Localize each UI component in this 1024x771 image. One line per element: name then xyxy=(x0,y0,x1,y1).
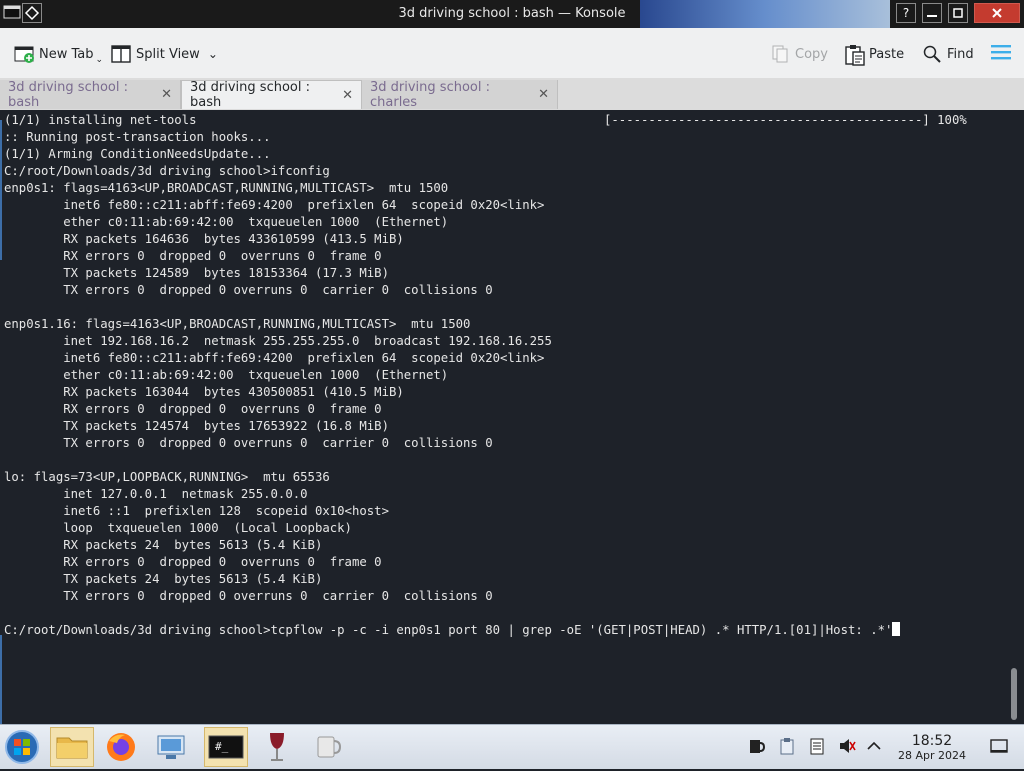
copy-button[interactable]: Copy xyxy=(770,42,828,66)
paste-icon xyxy=(844,44,865,66)
tab-label: 3d driving school : bash xyxy=(190,80,310,110)
main-toolbar: New Tab ⌄ Split View ⌄ Copy Paste Find xyxy=(0,28,1024,79)
file-manager-icon[interactable] xyxy=(50,727,94,767)
text-cursor xyxy=(892,622,901,636)
terminal-line: inet 127.0.0.1 netmask 255.0.0.0 xyxy=(4,487,308,501)
wine-icon[interactable] xyxy=(256,727,300,767)
split-view-button[interactable]: Split View ⌄ xyxy=(111,42,218,66)
tab-bash-2[interactable]: 3d driving school : bash ✕ xyxy=(181,80,362,110)
volume-muted-icon[interactable] xyxy=(838,737,856,759)
paste-label: Paste xyxy=(869,46,905,62)
terminal-lines: (1/1) installing net-tools :: Running po… xyxy=(0,110,1008,622)
terminal-prompt: C:/root/Downloads/3d driving school> xyxy=(4,623,271,637)
chevron-down-icon: ⌄ xyxy=(95,55,104,65)
terminal-line: inet6 ::1 prefixlen 128 scopeid 0x10<hos… xyxy=(4,504,389,518)
terminal-line: inet6 fe80::c211:abff:fe69:4200 prefixle… xyxy=(4,198,545,212)
terminal-line: :: Running post-transaction hooks... xyxy=(4,130,271,144)
scroll-marker xyxy=(0,635,2,724)
help-icon[interactable]: ? xyxy=(896,3,916,23)
new-tab-label: New Tab xyxy=(39,46,94,62)
terminal-command: tcpflow -p -c -i enp0s1 port 80 | grep -… xyxy=(270,623,893,637)
close-tab-icon[interactable]: ✕ xyxy=(342,88,353,103)
search-icon xyxy=(922,44,942,64)
scroll-marker xyxy=(0,120,2,260)
terminal-line: lo: flags=73<UP,LOOPBACK,RUNNING> mtu 65… xyxy=(4,470,330,484)
terminal-line: (1/1) Arming ConditionNeedsUpdate... xyxy=(4,147,271,161)
terminal-scrollbar[interactable] xyxy=(1008,110,1024,724)
new-tab-icon xyxy=(14,44,34,64)
close-tab-icon[interactable]: ✕ xyxy=(538,87,549,102)
terminal-output[interactable]: (1/1) installing net-tools :: Running po… xyxy=(0,110,1008,724)
tab-bar: 3d driving school : bash ✕ 3d driving sc… xyxy=(0,78,1024,111)
terminal-line: enp0s1.16: flags=4163<UP,BROADCAST,RUNNI… xyxy=(4,317,471,331)
find-button[interactable]: Find xyxy=(922,42,974,66)
tray-mug-icon[interactable] xyxy=(748,737,766,759)
tab-label: 3d driving school : bash xyxy=(8,79,128,110)
terminal-line: RX errors 0 dropped 0 overruns 0 frame 0 xyxy=(4,402,382,416)
terminal-line: RX packets 163044 bytes 430500851 (410.5… xyxy=(4,385,404,399)
terminal-icon-glyph: #_ xyxy=(215,740,229,753)
window-title: 3d driving school : bash — Konsole xyxy=(398,6,626,21)
terminal-line: RX packets 164636 bytes 433610599 (413.5… xyxy=(4,232,404,246)
terminal-line: RX errors 0 dropped 0 overruns 0 frame 0 xyxy=(4,249,382,263)
clock-time[interactable]: 18:52 xyxy=(896,733,968,749)
control-panel-icon[interactable] xyxy=(150,727,194,767)
scrollbar-thumb[interactable] xyxy=(1011,668,1017,720)
terminal-line: inet 192.168.16.2 netmask 255.255.255.0 … xyxy=(4,334,552,348)
terminal-line: RX errors 0 dropped 0 overruns 0 frame 0 xyxy=(4,555,382,569)
close-window-icon[interactable] xyxy=(974,3,1020,23)
terminal-line: TX errors 0 dropped 0 overruns 0 carrier… xyxy=(4,436,493,450)
show-desktop-icon[interactable] xyxy=(990,737,1008,759)
clock-date[interactable]: 28 Apr 2024 xyxy=(890,749,974,762)
terminal-line: inet6 fe80::c211:abff:fe69:4200 prefixle… xyxy=(4,351,545,365)
copy-icon xyxy=(770,44,790,64)
terminal-line: (1/1) installing net-tools xyxy=(4,113,197,127)
mug-icon[interactable] xyxy=(306,727,350,767)
new-tab-button[interactable]: New Tab ⌄ xyxy=(14,42,103,66)
tab-charles[interactable]: 3d driving school : charles ✕ xyxy=(362,79,558,110)
tray-expand-icon[interactable] xyxy=(866,737,882,759)
hamburger-menu-icon xyxy=(990,42,1012,66)
paste-button[interactable]: Paste xyxy=(844,42,904,66)
tray-clipboard-icon[interactable] xyxy=(778,737,796,759)
terminal-icon[interactable]: #_ xyxy=(204,727,248,767)
split-view-icon xyxy=(111,44,131,64)
start-orb-icon[interactable] xyxy=(2,727,46,767)
find-label: Find xyxy=(947,46,974,62)
terminal-line: TX packets 124589 bytes 18153364 (17.3 M… xyxy=(4,266,389,280)
install-progress-bar: [---------------------------------------… xyxy=(604,113,967,127)
terminal-line: RX packets 24 bytes 5613 (5.4 KiB) xyxy=(4,538,323,552)
terminal-line: ether c0:11:ab:69:42:00 txqueuelen 1000 … xyxy=(4,368,449,382)
tab-label: 3d driving school : charles xyxy=(370,79,490,110)
copy-label: Copy xyxy=(795,46,828,62)
tab-bash-1[interactable]: 3d driving school : bash ✕ xyxy=(0,79,181,110)
firefox-icon[interactable] xyxy=(100,727,144,767)
window-titlebar[interactable]: 3d driving school : bash — Konsole ? xyxy=(0,0,1024,28)
terminal-line: enp0s1: flags=4163<UP,BROADCAST,RUNNING,… xyxy=(4,181,449,195)
terminal-line: TX errors 0 dropped 0 overruns 0 carrier… xyxy=(4,589,493,603)
split-view-label: Split View xyxy=(136,46,200,62)
tray-notes-icon[interactable] xyxy=(808,737,826,759)
terminal-line: C:/root/Downloads/3d driving school>ifco… xyxy=(4,164,330,178)
chevron-down-icon: ⌄ xyxy=(207,47,218,61)
terminal-line: TX packets 124574 bytes 17653922 (16.8 M… xyxy=(4,419,389,433)
close-tab-icon[interactable]: ✕ xyxy=(161,87,172,102)
taskbar: #_ 18:52 28 Apr 2024 xyxy=(0,724,1024,769)
hamburger-menu-button[interactable] xyxy=(990,42,1012,66)
terminal-line: TX packets 24 bytes 5613 (5.4 KiB) xyxy=(4,572,323,586)
minimize-icon[interactable] xyxy=(922,3,942,23)
terminal-line: loop txqueuelen 1000 (Local Loopback) xyxy=(4,521,352,535)
maximize-icon[interactable] xyxy=(948,3,968,23)
terminal-line: TX errors 0 dropped 0 overruns 0 carrier… xyxy=(4,283,493,297)
terminal-line: ether c0:11:ab:69:42:00 txqueuelen 1000 … xyxy=(4,215,449,229)
